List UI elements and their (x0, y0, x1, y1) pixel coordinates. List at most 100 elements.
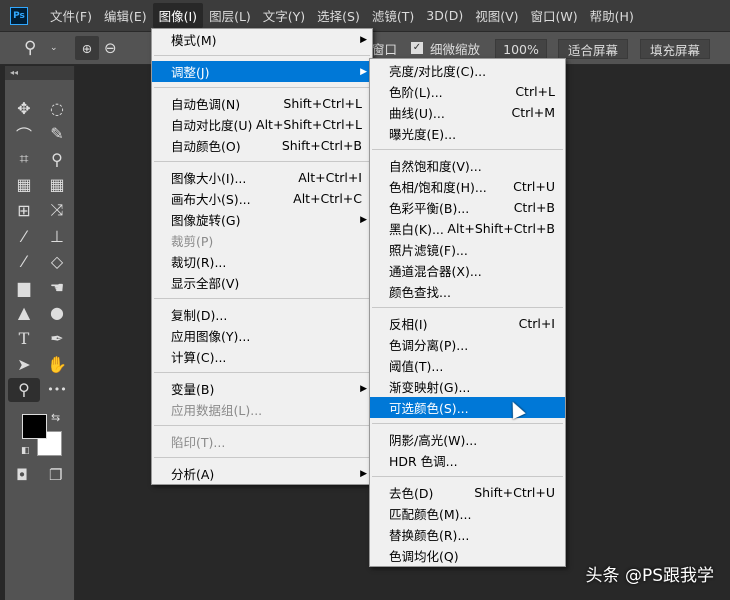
collapse-panel-icon[interactable]: ◂◂ (5, 66, 74, 80)
menu-item[interactable]: 应用图像(Y)... (152, 325, 372, 346)
content-aware-tool-icon[interactable]: ⊞ (11, 198, 37, 222)
eraser-tool-icon[interactable]: ◇ (44, 250, 70, 274)
fit-screen-button[interactable]: 适合屏幕 (558, 39, 628, 59)
menu-item[interactable]: 替换颜色(R)... (370, 524, 565, 545)
menu-item[interactable]: 画布大小(S)... Alt+Ctrl+C (152, 188, 372, 209)
zoom-out-button[interactable]: ⊖ (104, 39, 117, 57)
puppet-warp-tool-icon[interactable]: ⤨ (44, 198, 70, 222)
eyedropper-tool-icon[interactable]: ⚲ (44, 147, 70, 171)
menubar-item[interactable]: 选择(S) (311, 3, 366, 28)
move-tool-icon[interactable]: ✥ (11, 96, 37, 120)
menu-item[interactable]: 曝光度(E)... (370, 123, 565, 144)
menu-item[interactable]: 变量(B) ▶ (152, 378, 372, 399)
menu-item[interactable]: 模式(M) ▶ (152, 29, 372, 50)
menu-item[interactable]: 色阶(L)... Ctrl+L (370, 81, 565, 102)
menu-item[interactable]: 反相(I) Ctrl+I (370, 313, 565, 334)
menubar-item[interactable]: 滤镜(T) (366, 3, 420, 28)
menu-item[interactable]: 黑白(K)... Alt+Shift+Ctrl+B (370, 218, 565, 239)
menu-separator (370, 418, 565, 429)
menu-item[interactable]: 亮度/对比度(C)... (370, 60, 565, 81)
screen-mode-icon[interactable]: ❐ (49, 466, 62, 484)
menubar-item[interactable]: 图层(L) (203, 3, 257, 28)
menubar-item[interactable]: 视图(V) (469, 3, 524, 28)
menu-item-shortcut: Ctrl+M (511, 105, 556, 120)
menu-item[interactable]: 色彩平衡(B)... Ctrl+B (370, 197, 565, 218)
gradient-tool-icon[interactable]: ▆ (11, 275, 37, 299)
menu-item[interactable]: 自动色调(N) Shift+Ctrl+L (152, 93, 372, 114)
menu-item-label: 颜色查找... (389, 285, 451, 300)
menu-item[interactable]: 分析(A) ▶ (152, 463, 372, 484)
menu-item[interactable]: 色调均化(Q) (370, 545, 565, 566)
menu-item-label: 去色(D) (389, 486, 434, 501)
menubar-item[interactable]: 3D(D) (420, 5, 469, 26)
menu-item-label: 图像旋转(G) (171, 213, 241, 228)
menu-item[interactable]: 自然饱和度(V)... (370, 155, 565, 176)
menu-item[interactable]: 曲线(U)... Ctrl+M (370, 102, 565, 123)
scrubby-zoom-checkbox[interactable]: ✓ (411, 42, 423, 54)
clone-stamp-tool-icon[interactable]: ⊥ (44, 224, 70, 248)
zoom-tool-icon[interactable]: ⚲ (8, 377, 40, 402)
menu-item-label: 变量(B) (171, 382, 215, 397)
menu-item[interactable]: 色相/饱和度(H)... Ctrl+U (370, 176, 565, 197)
menu-item[interactable]: 阈值(T)... (370, 355, 565, 376)
submenu-arrow-icon: ▶ (360, 214, 367, 225)
quick-mask-icon[interactable]: ◘ (16, 466, 28, 484)
spot-healing-tool-icon[interactable]: ▦ (11, 173, 37, 197)
menubar-item[interactable]: 窗口(W) (525, 3, 584, 28)
menu-item[interactable]: 自动对比度(U) Alt+Shift+Ctrl+L (152, 114, 372, 135)
path-select-tool-icon[interactable]: ➤ (11, 352, 37, 376)
healing-brush-tool-icon[interactable]: ▦ (44, 173, 70, 197)
type-tool-icon[interactable]: T (11, 326, 37, 350)
menubar-item[interactable]: 帮助(H) (584, 3, 640, 28)
menubar-item[interactable]: 文件(F) (44, 3, 98, 28)
menu-item[interactable]: 通道混合器(X)... (370, 260, 565, 281)
menu-item[interactable]: 照片滤镜(F)... (370, 239, 565, 260)
brush-tool-icon[interactable]: ⁄ (11, 224, 37, 248)
submenu-arrow-icon: ▶ (360, 34, 367, 45)
menu-item-shortcut: Ctrl+L (515, 84, 555, 99)
zoom-value-field[interactable]: 100% (495, 39, 547, 59)
lasso-tool-icon[interactable]: ⌒ (11, 122, 37, 146)
menu-item[interactable]: 调整(J) ▶ (152, 61, 372, 82)
menu-item[interactable]: 色调分离(P)... (370, 334, 565, 355)
zoom-icon[interactable]: ⚲ (24, 38, 36, 58)
sharpen-tool-icon[interactable]: ▲ (11, 301, 37, 325)
menu-item[interactable]: 自动颜色(O) Shift+Ctrl+B (152, 135, 372, 156)
foreground-color-swatch[interactable] (22, 414, 47, 439)
menu-item[interactable]: 裁切(R)... (152, 251, 372, 272)
pen-tool-icon[interactable]: ✒ (44, 326, 70, 350)
marquee-tool-icon[interactable]: ◌ (44, 96, 70, 120)
menu-item[interactable]: 渐变映射(G)... (370, 376, 565, 397)
menu-item[interactable]: 匹配颜色(M)... (370, 503, 565, 524)
menu-separator (370, 144, 565, 155)
menubar-item[interactable]: 编辑(E) (98, 3, 153, 28)
quick-select-tool-icon[interactable]: ✎ (44, 122, 70, 146)
zoom-in-button[interactable]: ⊕ (75, 36, 99, 60)
menu-item[interactable]: 颜色查找... (370, 281, 565, 302)
menu-item[interactable]: 图像大小(I)... Alt+Ctrl+I (152, 167, 372, 188)
menu-item[interactable]: 显示全部(V) (152, 272, 372, 293)
default-colors-icon[interactable]: ◧ (21, 446, 30, 456)
menu-item-label: 自动色调(N) (171, 97, 241, 112)
menubar-item[interactable]: 图像(I) (152, 3, 204, 28)
menu-item[interactable]: 阴影/高光(W)... (370, 429, 565, 450)
menu-item[interactable]: 计算(C)... (152, 346, 372, 367)
menu-item[interactable]: 图像旋转(G) ▶ (152, 209, 372, 230)
fill-screen-button[interactable]: 填充屏幕 (640, 39, 710, 59)
menu-item-shortcut: Ctrl+I (518, 316, 555, 331)
menu-item[interactable]: 去色(D) Shift+Ctrl+U (370, 482, 565, 503)
history-brush-tool-icon[interactable]: ⁄ (11, 250, 37, 274)
menu-item[interactable]: 复制(D)... (152, 304, 372, 325)
menu-separator (152, 82, 372, 93)
swap-colors-icon[interactable]: ⇆ (51, 411, 60, 424)
menubar-item[interactable]: 文字(Y) (257, 3, 311, 28)
crop-tool-icon[interactable]: ⌗ (11, 147, 37, 171)
more-tools-icon[interactable]: ••• (44, 378, 70, 402)
menu-item[interactable]: 可选颜色(S)... (370, 397, 565, 418)
smudge-tool-icon[interactable]: ☚ (44, 275, 70, 299)
chevron-down-icon[interactable]: ⌄ (50, 43, 58, 53)
hand-tool-icon[interactable]: ✋ (44, 352, 70, 376)
menu-item[interactable]: HDR 色调... (370, 450, 565, 471)
dodge-tool-icon[interactable]: ● (44, 301, 70, 325)
resize-window-label: 窗口 (372, 41, 398, 57)
